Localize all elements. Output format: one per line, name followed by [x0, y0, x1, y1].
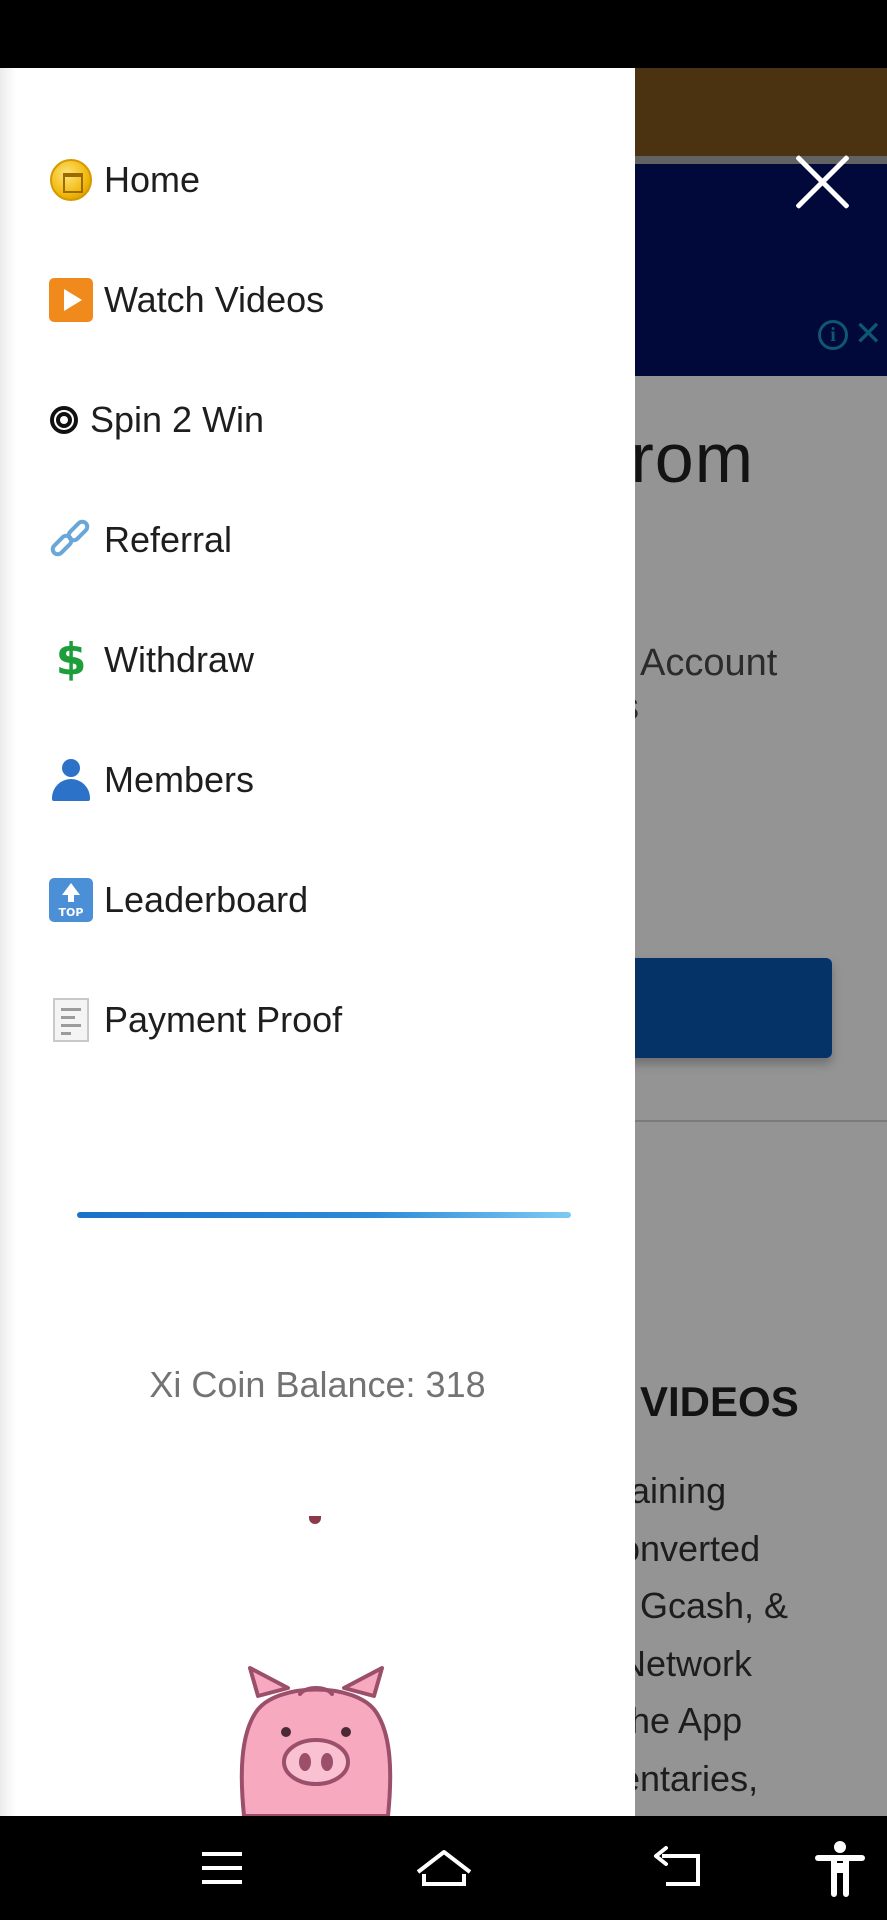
loading-progress-bar	[77, 1212, 571, 1218]
home-button[interactable]	[414, 1838, 474, 1898]
menu-item-leaderboard[interactable]: TOP Leaderboard	[0, 840, 635, 960]
menu-item-label: Leaderboard	[104, 879, 309, 920]
close-drawer-icon[interactable]	[792, 152, 852, 212]
menu-item-label: Watch Videos	[104, 279, 325, 320]
small-dot	[309, 1516, 321, 1524]
menu-item-home[interactable]: Home	[0, 120, 635, 240]
menu-item-members[interactable]: Members	[0, 720, 635, 840]
menu-item-label: Home	[104, 159, 201, 200]
play-button-icon	[48, 277, 94, 323]
accessibility-icon[interactable]	[810, 1838, 870, 1898]
receipt-icon	[48, 997, 94, 1043]
top-arrow-icon: TOP	[48, 877, 94, 923]
person-icon	[48, 757, 94, 803]
menu-item-spin-2-win[interactable]: Spin 2 Win	[0, 360, 635, 480]
menu-item-watch-videos[interactable]: Watch Videos	[0, 240, 635, 360]
navigation-drawer: Home Watch Videos Spin 2 Win Referral $ …	[0, 68, 635, 1816]
coin-icon	[48, 157, 94, 203]
radioactive-icon	[48, 397, 80, 443]
back-button[interactable]	[650, 1838, 710, 1898]
recent-apps-button[interactable]	[194, 1838, 254, 1898]
link-icon	[47, 516, 94, 563]
piggy-bank-icon	[239, 1666, 393, 1816]
menu-item-label: Spin 2 Win	[90, 399, 265, 440]
menu-item-payment-proof[interactable]: Payment Proof	[0, 960, 635, 1080]
menu-item-label: Withdraw	[104, 639, 255, 680]
menu-item-label: Members	[104, 759, 255, 800]
dollar-sign-icon: $	[55, 634, 87, 685]
drawer-menu: Home Watch Videos Spin 2 Win Referral $ …	[0, 120, 635, 1080]
menu-item-label: Referral	[104, 519, 233, 560]
menu-item-withdraw[interactable]: $ Withdraw	[0, 600, 635, 720]
status-bar	[0, 0, 887, 68]
menu-item-referral[interactable]: Referral	[0, 480, 635, 600]
menu-item-label: Payment Proof	[104, 999, 343, 1040]
coin-balance: Xi Coin Balance: 318	[149, 1364, 486, 1405]
system-navigation-bar	[0, 1816, 887, 1920]
